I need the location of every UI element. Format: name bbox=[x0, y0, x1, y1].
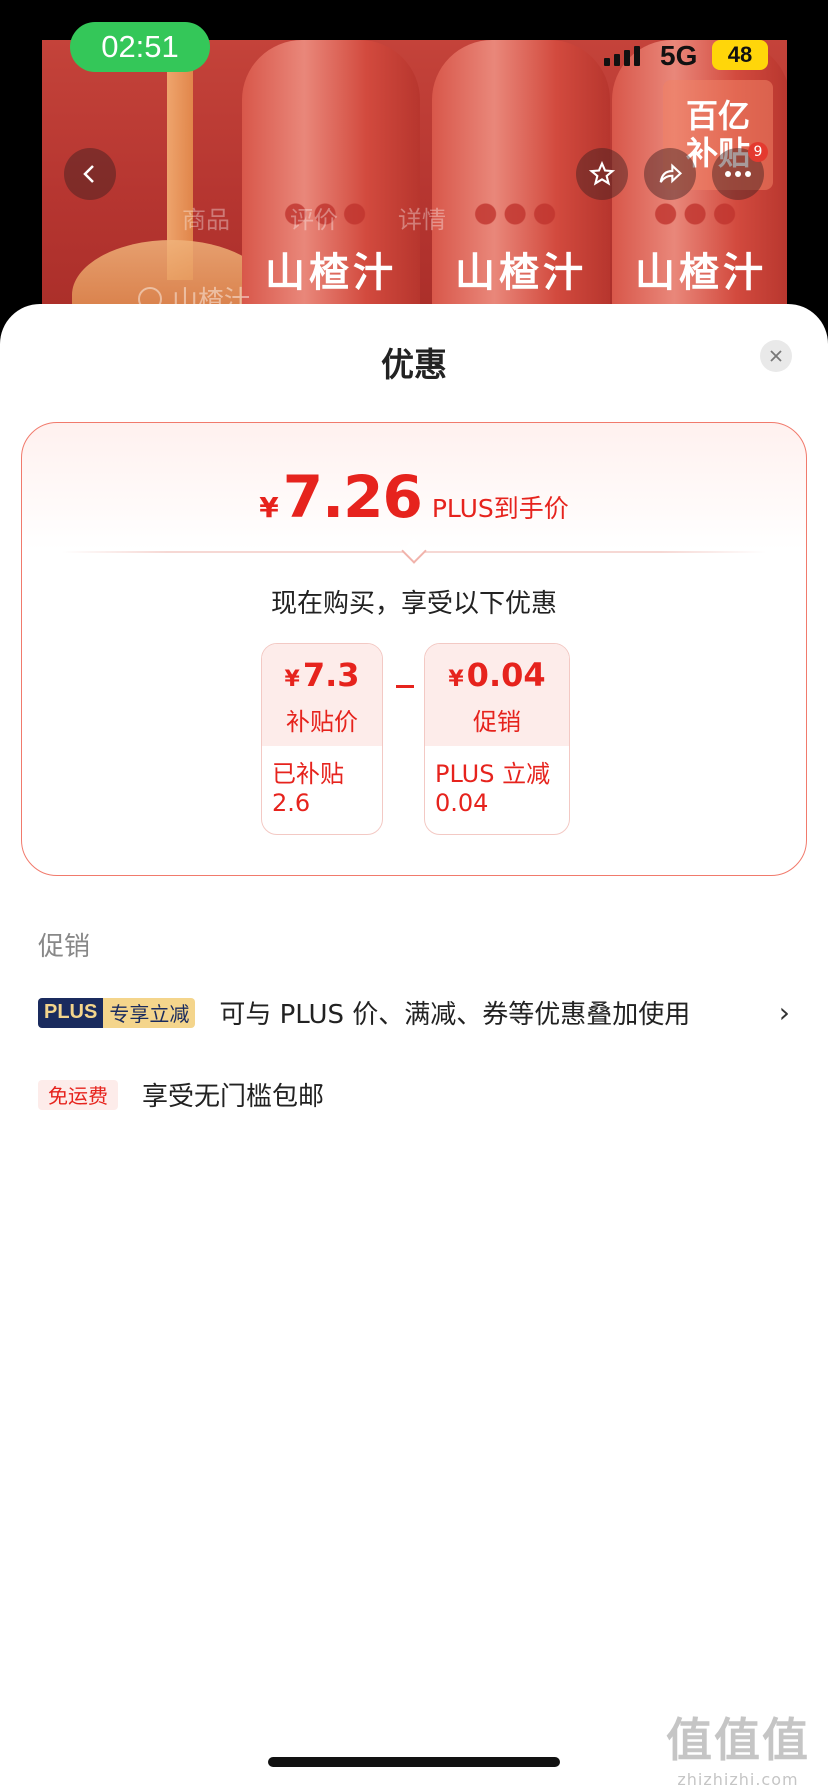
bottle-label: 山楂汁 bbox=[265, 249, 397, 296]
chevron-right-icon: › bbox=[778, 996, 790, 1029]
bottle-label: 山楂汁 bbox=[635, 249, 767, 296]
share-button bbox=[644, 148, 696, 200]
battery-icon: 48 bbox=[712, 40, 768, 70]
discount-sheet: 优惠 ¥ 7.26 PLUS到手价 现在购买，享受以下优惠 ¥7.3 补贴价 已… bbox=[0, 304, 828, 1792]
promo-row-free-shipping: 免运费 享受无门槛包邮 bbox=[38, 1076, 790, 1113]
status-bar: 02:51 5G 48 bbox=[0, 0, 828, 90]
subsidy-badge-line1: 百亿 bbox=[685, 97, 750, 136]
subsidy-price-header: ¥7.3 补贴价 bbox=[262, 644, 382, 746]
watermark-sub: zhizhizhi.com bbox=[677, 1770, 799, 1789]
bottle-label: 山楂汁 bbox=[455, 249, 587, 296]
back-button bbox=[64, 148, 116, 200]
more-icon bbox=[725, 171, 751, 177]
battery-level: 48 bbox=[727, 42, 753, 67]
close-icon bbox=[770, 350, 782, 362]
discount-intro: 现在购买，享受以下优惠 bbox=[270, 589, 557, 619]
tab-reviews: 评价 bbox=[290, 206, 338, 234]
tab-details: 详情 bbox=[398, 206, 446, 234]
promotion-currency: ¥ bbox=[448, 667, 464, 692]
subsidy-amount: 7.3 bbox=[302, 656, 360, 694]
screen: 山楂汁 山楂汁 山楂汁 百亿 补贴 商品 评价 详情 山楂汁 9 02:51 5… bbox=[0, 0, 828, 1792]
close-button[interactable] bbox=[760, 340, 792, 372]
promo-text-free-shipping: 享受无门槛包邮 bbox=[142, 1082, 325, 1112]
favorite-button bbox=[576, 148, 628, 200]
network-type: 5G bbox=[660, 40, 698, 71]
final-price: ¥ 7.26 PLUS到手价 bbox=[22, 463, 806, 531]
signal-icon bbox=[604, 46, 640, 66]
subsidy-detail: 已补贴 2.6 bbox=[272, 760, 344, 818]
promo-row-plus[interactable]: PLUS 专享立减 可与 PLUS 价、满减、券等优惠叠加使用 › bbox=[38, 994, 790, 1031]
plus-tag-main: PLUS bbox=[38, 997, 104, 1028]
promotion-label: 促销 bbox=[473, 708, 521, 736]
sheet-title: 优惠 bbox=[381, 345, 447, 384]
status-time: 02:51 bbox=[70, 22, 210, 72]
price-breakdown-card: ¥ 7.26 PLUS到手价 现在购买，享受以下优惠 ¥7.3 补贴价 已补贴 … bbox=[21, 422, 807, 876]
final-price-currency: ¥ bbox=[259, 491, 279, 524]
subsidy-currency: ¥ bbox=[284, 667, 300, 692]
promo-text-plus: 可与 PLUS 价、满减、券等优惠叠加使用 bbox=[219, 1000, 691, 1030]
promotion-detail: PLUS 立减 0.04 bbox=[435, 760, 551, 818]
more-badge-count: 9 bbox=[748, 142, 768, 162]
promotion-header: ¥0.04 促销 bbox=[425, 644, 569, 746]
promotions-section-label: 促销 bbox=[38, 932, 91, 962]
promotion-box: ¥0.04 促销 PLUS 立减 0.04 bbox=[424, 643, 570, 835]
home-indicator[interactable] bbox=[268, 1757, 560, 1767]
plus-tag: PLUS 专享立减 bbox=[38, 997, 196, 1028]
free-shipping-tag: 免运费 bbox=[38, 1079, 118, 1110]
final-price-label: PLUS到手价 bbox=[431, 494, 569, 523]
more-button: 9 bbox=[712, 142, 768, 200]
back-icon bbox=[83, 165, 94, 183]
minus-sign bbox=[396, 685, 414, 688]
subsidy-price-box: ¥7.3 补贴价 已补贴 2.6 bbox=[261, 643, 383, 835]
tab-product: 商品 bbox=[182, 206, 230, 234]
watermark-main: 值值值 bbox=[666, 1713, 810, 1767]
watermark: 值值值 zhizhizhi.com bbox=[666, 1704, 810, 1789]
promotion-amount: 0.04 bbox=[466, 656, 546, 694]
plus-tag-sub: 专享立减 bbox=[103, 997, 196, 1028]
background-tabs: 商品 评价 详情 bbox=[182, 200, 446, 235]
final-price-value: 7.26 bbox=[282, 463, 423, 531]
star-icon bbox=[588, 160, 616, 186]
share-icon bbox=[659, 163, 683, 184]
subsidy-label: 补贴价 bbox=[286, 708, 358, 736]
divider-notch bbox=[401, 538, 427, 564]
